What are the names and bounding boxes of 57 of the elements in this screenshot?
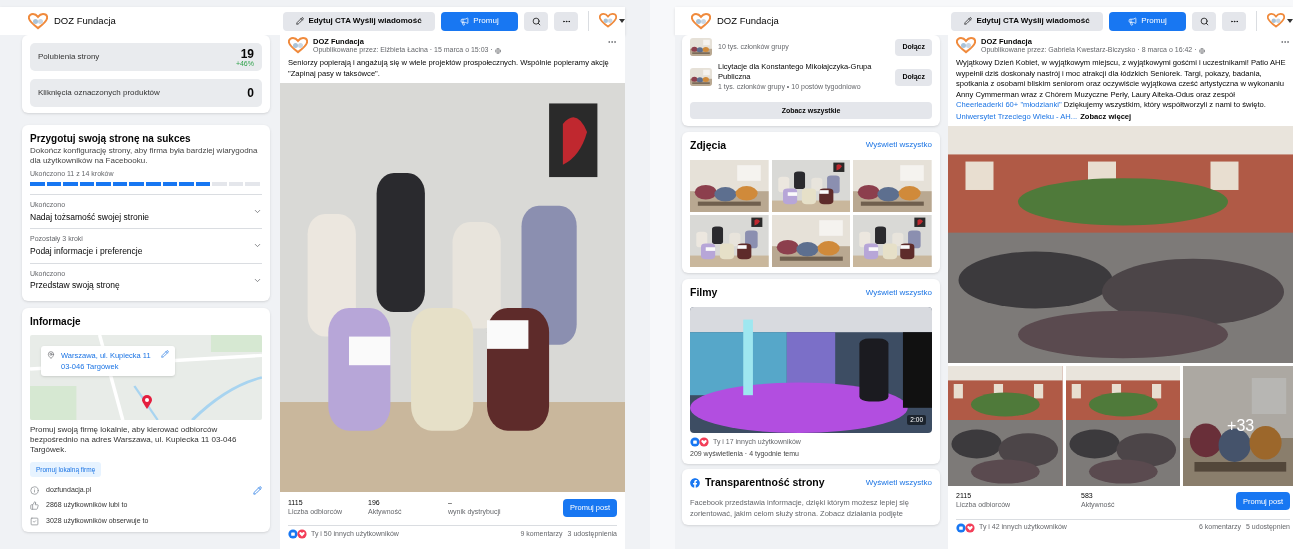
logo-icon: [288, 37, 308, 54]
search-icon: [1199, 16, 1209, 26]
more-button[interactable]: [554, 11, 578, 31]
reactions-icon: [288, 529, 308, 540]
megaphone-icon: [460, 16, 470, 26]
stat-label: Polubienia strony: [38, 51, 100, 63]
card-title: Zdjęcia: [690, 137, 727, 153]
caret-icon: [619, 19, 625, 23]
reactions-icon: [690, 437, 710, 448]
logo-icon: [691, 12, 711, 30]
stat-label: Kliknięcia oznaczonych produktów: [38, 87, 160, 99]
stat-value: 0: [247, 87, 254, 99]
more-button[interactable]: [1222, 11, 1246, 31]
map-pin-icon: [142, 394, 152, 409]
view-all-link[interactable]: Wyświetl wszystko: [865, 287, 932, 300]
megaphone-icon: [1128, 16, 1138, 26]
account-switcher[interactable]: [1267, 13, 1293, 29]
location-icon: [47, 350, 55, 359]
search-button[interactable]: [524, 11, 548, 31]
promote-button[interactable]: Promuj: [441, 11, 518, 31]
logo-icon: [956, 37, 976, 54]
pencil-icon: [964, 17, 973, 25]
view-all-link[interactable]: Wyświetl wszystko: [865, 139, 932, 152]
card-title: Filmy: [690, 285, 718, 301]
step-title: Nadaj tożsamość swojej stronie: [30, 210, 150, 224]
search-button[interactable]: [1192, 11, 1216, 31]
info-icon: [30, 485, 39, 495]
edit-cta-button[interactable]: Edytuj CTA Wyślij wiadomość: [283, 11, 435, 31]
edit-cta-button[interactable]: Edytuj CTA Wyślij wiadomość: [951, 11, 1103, 31]
globe-icon: [1198, 47, 1205, 54]
promo-text: Promuj swoją firmę lokalnie, aby kierować odbiorców bezpośrednio na adres Warszawa, ul. Kupiecka 11 03-046 Targówek.: [30, 424, 238, 455]
view-all-link[interactable]: Wyświetl wszystko: [865, 476, 932, 489]
card-title: Przygotuj swoją stronę na sukces: [30, 133, 192, 146]
logo-icon: [690, 477, 700, 488]
stat-value: 19: [240, 47, 254, 60]
search-icon: [531, 16, 541, 26]
step-title: Przedstaw swoją stronę: [30, 279, 120, 292]
logo-icon: [599, 13, 617, 29]
logo-icon: [1267, 13, 1285, 29]
pencil-icon[interactable]: [253, 485, 262, 495]
logo-icon: [28, 12, 48, 30]
account-switcher[interactable]: [599, 13, 625, 29]
step-title: Podaj informacje i preferencje: [30, 244, 143, 258]
globe-icon: [494, 47, 501, 54]
card-description: Dokończ konfigurację strony, aby firma była bardziej wiarygodna dla użytkowników na Facebooku.: [30, 145, 259, 166]
card-title: Transparentność strony: [705, 475, 825, 490]
pencil-icon[interactable]: [160, 349, 169, 358]
more-photos-count: +33: [1227, 415, 1255, 436]
card-title: Informacje: [30, 314, 82, 329]
promote-button[interactable]: Promuj: [1109, 11, 1186, 31]
page-name: DOZ Fundacja: [717, 13, 779, 28]
reactions-icon: [956, 522, 976, 533]
caret-icon: [1287, 19, 1293, 23]
thumbs-up-icon: [30, 501, 39, 510]
pencil-icon: [296, 17, 305, 25]
page-name: DOZ Fundacja: [54, 13, 116, 28]
checkbox-icon: [30, 516, 39, 526]
